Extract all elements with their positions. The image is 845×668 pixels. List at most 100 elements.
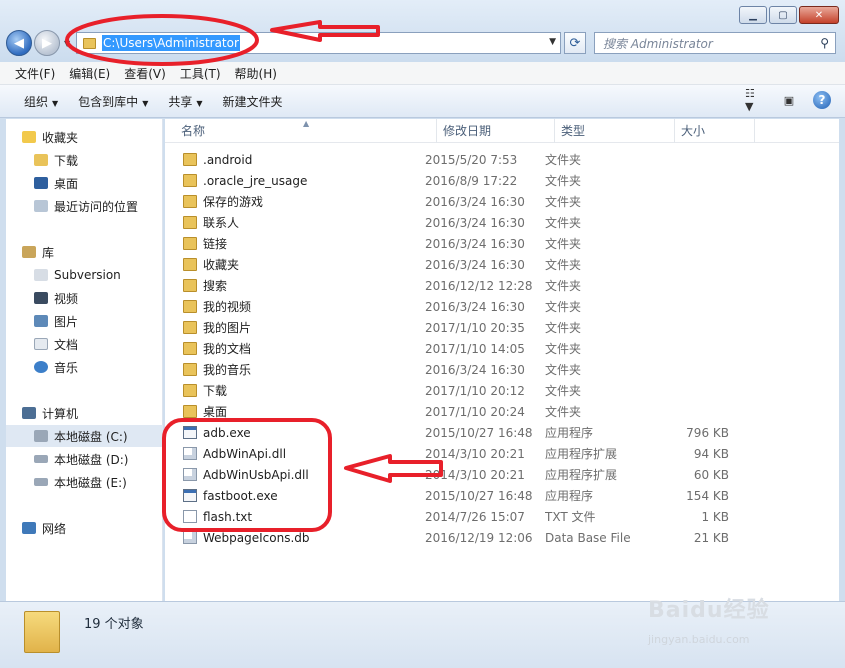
help-button[interactable]: ?: [813, 91, 831, 109]
file-size: 60 KB: [693, 467, 729, 482]
file-row[interactable]: fastboot.exe 2015/10/27 16:48 应用程序 154 KB: [165, 485, 839, 506]
menu-file[interactable]: 文件(F): [8, 65, 62, 82]
column-name[interactable]: ▲ 名称: [165, 119, 437, 143]
address-bar[interactable]: C:\Users\Administrator ▼: [76, 32, 561, 54]
address-dropdown-icon[interactable]: ▼: [549, 37, 556, 47]
nav-recent[interactable]: 最近访问的位置: [34, 195, 138, 217]
nav-computer[interactable]: 计算机: [22, 402, 78, 424]
library-icon: [34, 269, 48, 281]
nav-downloads[interactable]: 下载: [34, 149, 78, 171]
file-date: 2016/3/24 16:30: [425, 236, 525, 251]
file-type: 文件夹: [545, 384, 582, 398]
nav-label: 视频: [54, 291, 79, 306]
menu-help[interactable]: 帮助(H): [228, 65, 284, 82]
maximize-button[interactable]: ▢: [769, 6, 797, 24]
include-label: 包含到库中: [78, 94, 139, 109]
forward-button[interactable]: ▶: [34, 30, 60, 56]
back-button[interactable]: ◀: [6, 30, 32, 56]
file-name: adb.exe: [203, 425, 251, 440]
file-row[interactable]: .oracle_jre_usage 2016/8/9 17:22 文件夹: [165, 170, 839, 191]
file-name-cell: 我的文档: [165, 340, 425, 357]
file-type: 应用程序扩展: [545, 447, 618, 461]
file-name-cell: AdbWinUsbApi.dll: [165, 468, 425, 482]
menu-edit[interactable]: 编辑(E): [62, 65, 117, 82]
nav-label: 网络: [42, 521, 67, 536]
file-name: fastboot.exe: [203, 488, 278, 503]
file-name-cell: adb.exe: [165, 426, 425, 440]
file-name-cell: 我的音乐: [165, 361, 425, 378]
close-button[interactable]: ✕: [799, 6, 839, 24]
organize-button[interactable]: 组织 ▼: [14, 93, 68, 110]
file-row[interactable]: AdbWinApi.dll 2014/3/10 20:21 应用程序扩展 94 KB: [165, 443, 839, 464]
file-row[interactable]: AdbWinUsbApi.dll 2014/3/10 20:21 应用程序扩展 60 …: [165, 464, 839, 485]
video-icon: [34, 292, 48, 304]
nav-network[interactable]: 网络: [22, 517, 66, 539]
nav-libraries[interactable]: 库: [22, 241, 54, 263]
file-name: 我的图片: [203, 321, 252, 335]
file-row[interactable]: adb.exe 2015/10/27 16:48 应用程序 796 KB: [165, 422, 839, 443]
nav-disk-d[interactable]: 本地磁盘 (D:): [34, 448, 128, 470]
file-row[interactable]: 保存的游戏 2016/3/24 16:30 文件夹: [165, 191, 839, 212]
file-row[interactable]: WebpageIcons.db 2016/12/19 12:06 Data Base…: [165, 527, 839, 548]
file-name: 联系人: [203, 216, 240, 230]
file-row[interactable]: 我的文档 2017/1/10 14:05 文件夹: [165, 338, 839, 359]
nav-documents[interactable]: 文档: [34, 333, 78, 355]
file-type: 应用程序: [545, 489, 594, 503]
file-row[interactable]: 下载 2017/1/10 20:12 文件夹: [165, 380, 839, 401]
nav-videos[interactable]: 视频: [34, 287, 78, 309]
file-row[interactable]: 我的图片 2017/1/10 20:35 文件夹: [165, 317, 839, 338]
file-name: 收藏夹: [203, 258, 240, 272]
file-name: 我的音乐: [203, 363, 252, 377]
minimize-button[interactable]: ▁: [739, 6, 767, 24]
view-options-button[interactable]: ☷ ▼: [745, 87, 765, 113]
nav-label: 最近访问的位置: [54, 199, 139, 214]
folder-icon: [183, 279, 197, 292]
file-type: TXT 文件: [545, 510, 596, 524]
column-size[interactable]: 大小: [675, 119, 755, 143]
file-icon: [183, 447, 197, 460]
column-label: 修改日期: [443, 124, 492, 138]
recent-pages-dropdown[interactable]: ▼: [64, 39, 70, 48]
nav-favorites[interactable]: 收藏夹: [22, 126, 78, 148]
menu-tools[interactable]: 工具(T): [173, 65, 228, 82]
column-date[interactable]: 修改日期: [437, 119, 555, 143]
column-type[interactable]: 类型: [555, 119, 675, 143]
include-in-library-button[interactable]: 包含到库中 ▼: [68, 93, 158, 110]
file-row[interactable]: .android 2015/5/20 7:53 文件夹: [165, 149, 839, 170]
refresh-button[interactable]: ⟳: [564, 32, 586, 54]
file-row[interactable]: 桌面 2017/1/10 20:24 文件夹: [165, 401, 839, 422]
file-row[interactable]: 我的音乐 2016/3/24 16:30 文件夹: [165, 359, 839, 380]
nav-label: 下载: [54, 153, 79, 168]
file-row[interactable]: 联系人 2016/3/24 16:30 文件夹: [165, 212, 839, 233]
file-type: 文件夹: [545, 405, 582, 419]
nav-music[interactable]: 音乐: [34, 356, 78, 378]
address-path[interactable]: C:\Users\Administrator: [102, 35, 240, 51]
folder-icon: [183, 153, 197, 166]
file-date: 2016/12/19 12:06: [425, 530, 533, 545]
new-folder-button[interactable]: 新建文件夹: [213, 93, 293, 110]
nav-subversion[interactable]: Subversion: [34, 264, 121, 286]
file-row[interactable]: 搜索 2016/12/12 12:28 文件夹: [165, 275, 839, 296]
folder-icon: [183, 195, 197, 208]
nav-disk-e[interactable]: 本地磁盘 (E:): [34, 471, 127, 493]
file-name-cell: 搜索: [165, 277, 425, 294]
search-icon[interactable]: ⚲: [820, 36, 829, 50]
nav-label: 音乐: [54, 360, 79, 375]
preview-pane-button[interactable]: ▣: [779, 91, 799, 109]
file-row[interactable]: 链接 2016/3/24 16:30 文件夹: [165, 233, 839, 254]
search-input[interactable]: 搜索 Administrator ⚲: [594, 32, 836, 54]
share-button[interactable]: 共享 ▼: [158, 93, 212, 110]
file-row[interactable]: flash.txt 2014/7/26 15:07 TXT 文件 1 KB: [165, 506, 839, 527]
nav-pictures[interactable]: 图片: [34, 310, 78, 332]
file-type: 应用程序扩展: [545, 468, 618, 482]
file-date: 2016/12/12 12:28: [425, 278, 533, 293]
menu-view[interactable]: 查看(V): [117, 65, 173, 82]
nav-disk-c[interactable]: 本地磁盘 (C:): [6, 425, 163, 447]
file-row[interactable]: 我的视频 2016/3/24 16:30 文件夹: [165, 296, 839, 317]
file-icon: [183, 531, 197, 544]
close-icon: ✕: [814, 9, 824, 21]
file-type: 文件夹: [545, 258, 582, 272]
text-file-icon: [183, 510, 197, 523]
file-row[interactable]: 收藏夹 2016/3/24 16:30 文件夹: [165, 254, 839, 275]
nav-desktop[interactable]: 桌面: [34, 172, 78, 194]
